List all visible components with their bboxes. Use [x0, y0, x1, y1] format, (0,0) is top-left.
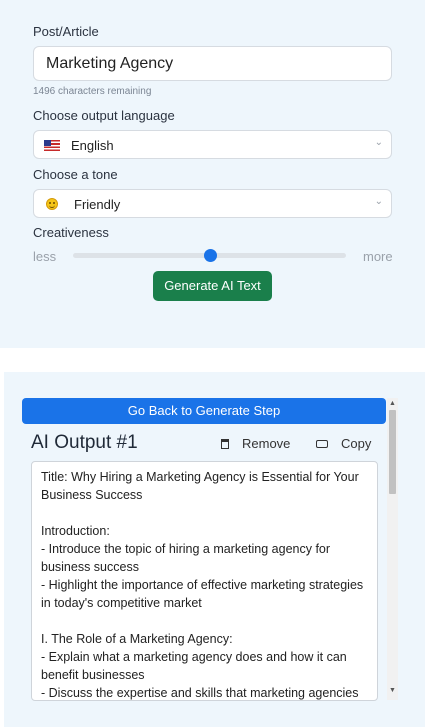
copy-button[interactable]: Copy [316, 436, 371, 451]
smiley-face-icon [46, 198, 58, 210]
tone-label: Choose a tone [33, 167, 118, 182]
characters-remaining: 1496 characters remaining [33, 86, 152, 97]
scroll-up-arrow-icon[interactable]: ▲ [389, 400, 396, 407]
output-language-label: Choose output language [33, 108, 175, 123]
copy-label: Copy [341, 436, 372, 451]
slider-min-label: less [33, 249, 57, 264]
slider-max-label: more [363, 249, 393, 264]
us-flag-icon [44, 140, 60, 151]
keyboard-icon [316, 439, 328, 448]
post-article-value: Marketing Agency [46, 55, 174, 72]
trash-icon [221, 438, 229, 449]
language-value: English [71, 138, 114, 153]
post-article-input[interactable]: Marketing Agency [33, 46, 392, 81]
scrollbar-thumb[interactable] [389, 410, 396, 494]
scroll-down-arrow-icon[interactable]: ▼ [389, 687, 396, 694]
creativeness-label: Creativeness [33, 225, 109, 240]
slider-thumb[interactable] [203, 249, 217, 262]
output-title: AI Output #1 [31, 432, 138, 453]
tone-select[interactable]: Friendly ⌄ [33, 189, 392, 218]
remove-label: Remove [242, 436, 291, 451]
post-article-label: Post/Article [33, 24, 99, 39]
language-select[interactable]: English ⌄ [33, 130, 392, 159]
tone-value: Friendly [74, 197, 121, 212]
chevron-down-icon: ⌄ [374, 196, 383, 207]
go-back-button[interactable]: Go Back to Generate Step [22, 398, 386, 424]
generate-ai-text-button[interactable]: Generate AI Text [153, 271, 272, 301]
chevron-down-icon: ⌄ [374, 137, 383, 148]
output-textarea[interactable]: Title: Why Hiring a Marketing Agency is … [31, 461, 378, 701]
remove-button[interactable]: Remove [221, 436, 290, 451]
creativeness-slider[interactable] [73, 249, 346, 262]
scrollbar[interactable]: ▲ ▼ [387, 398, 398, 700]
